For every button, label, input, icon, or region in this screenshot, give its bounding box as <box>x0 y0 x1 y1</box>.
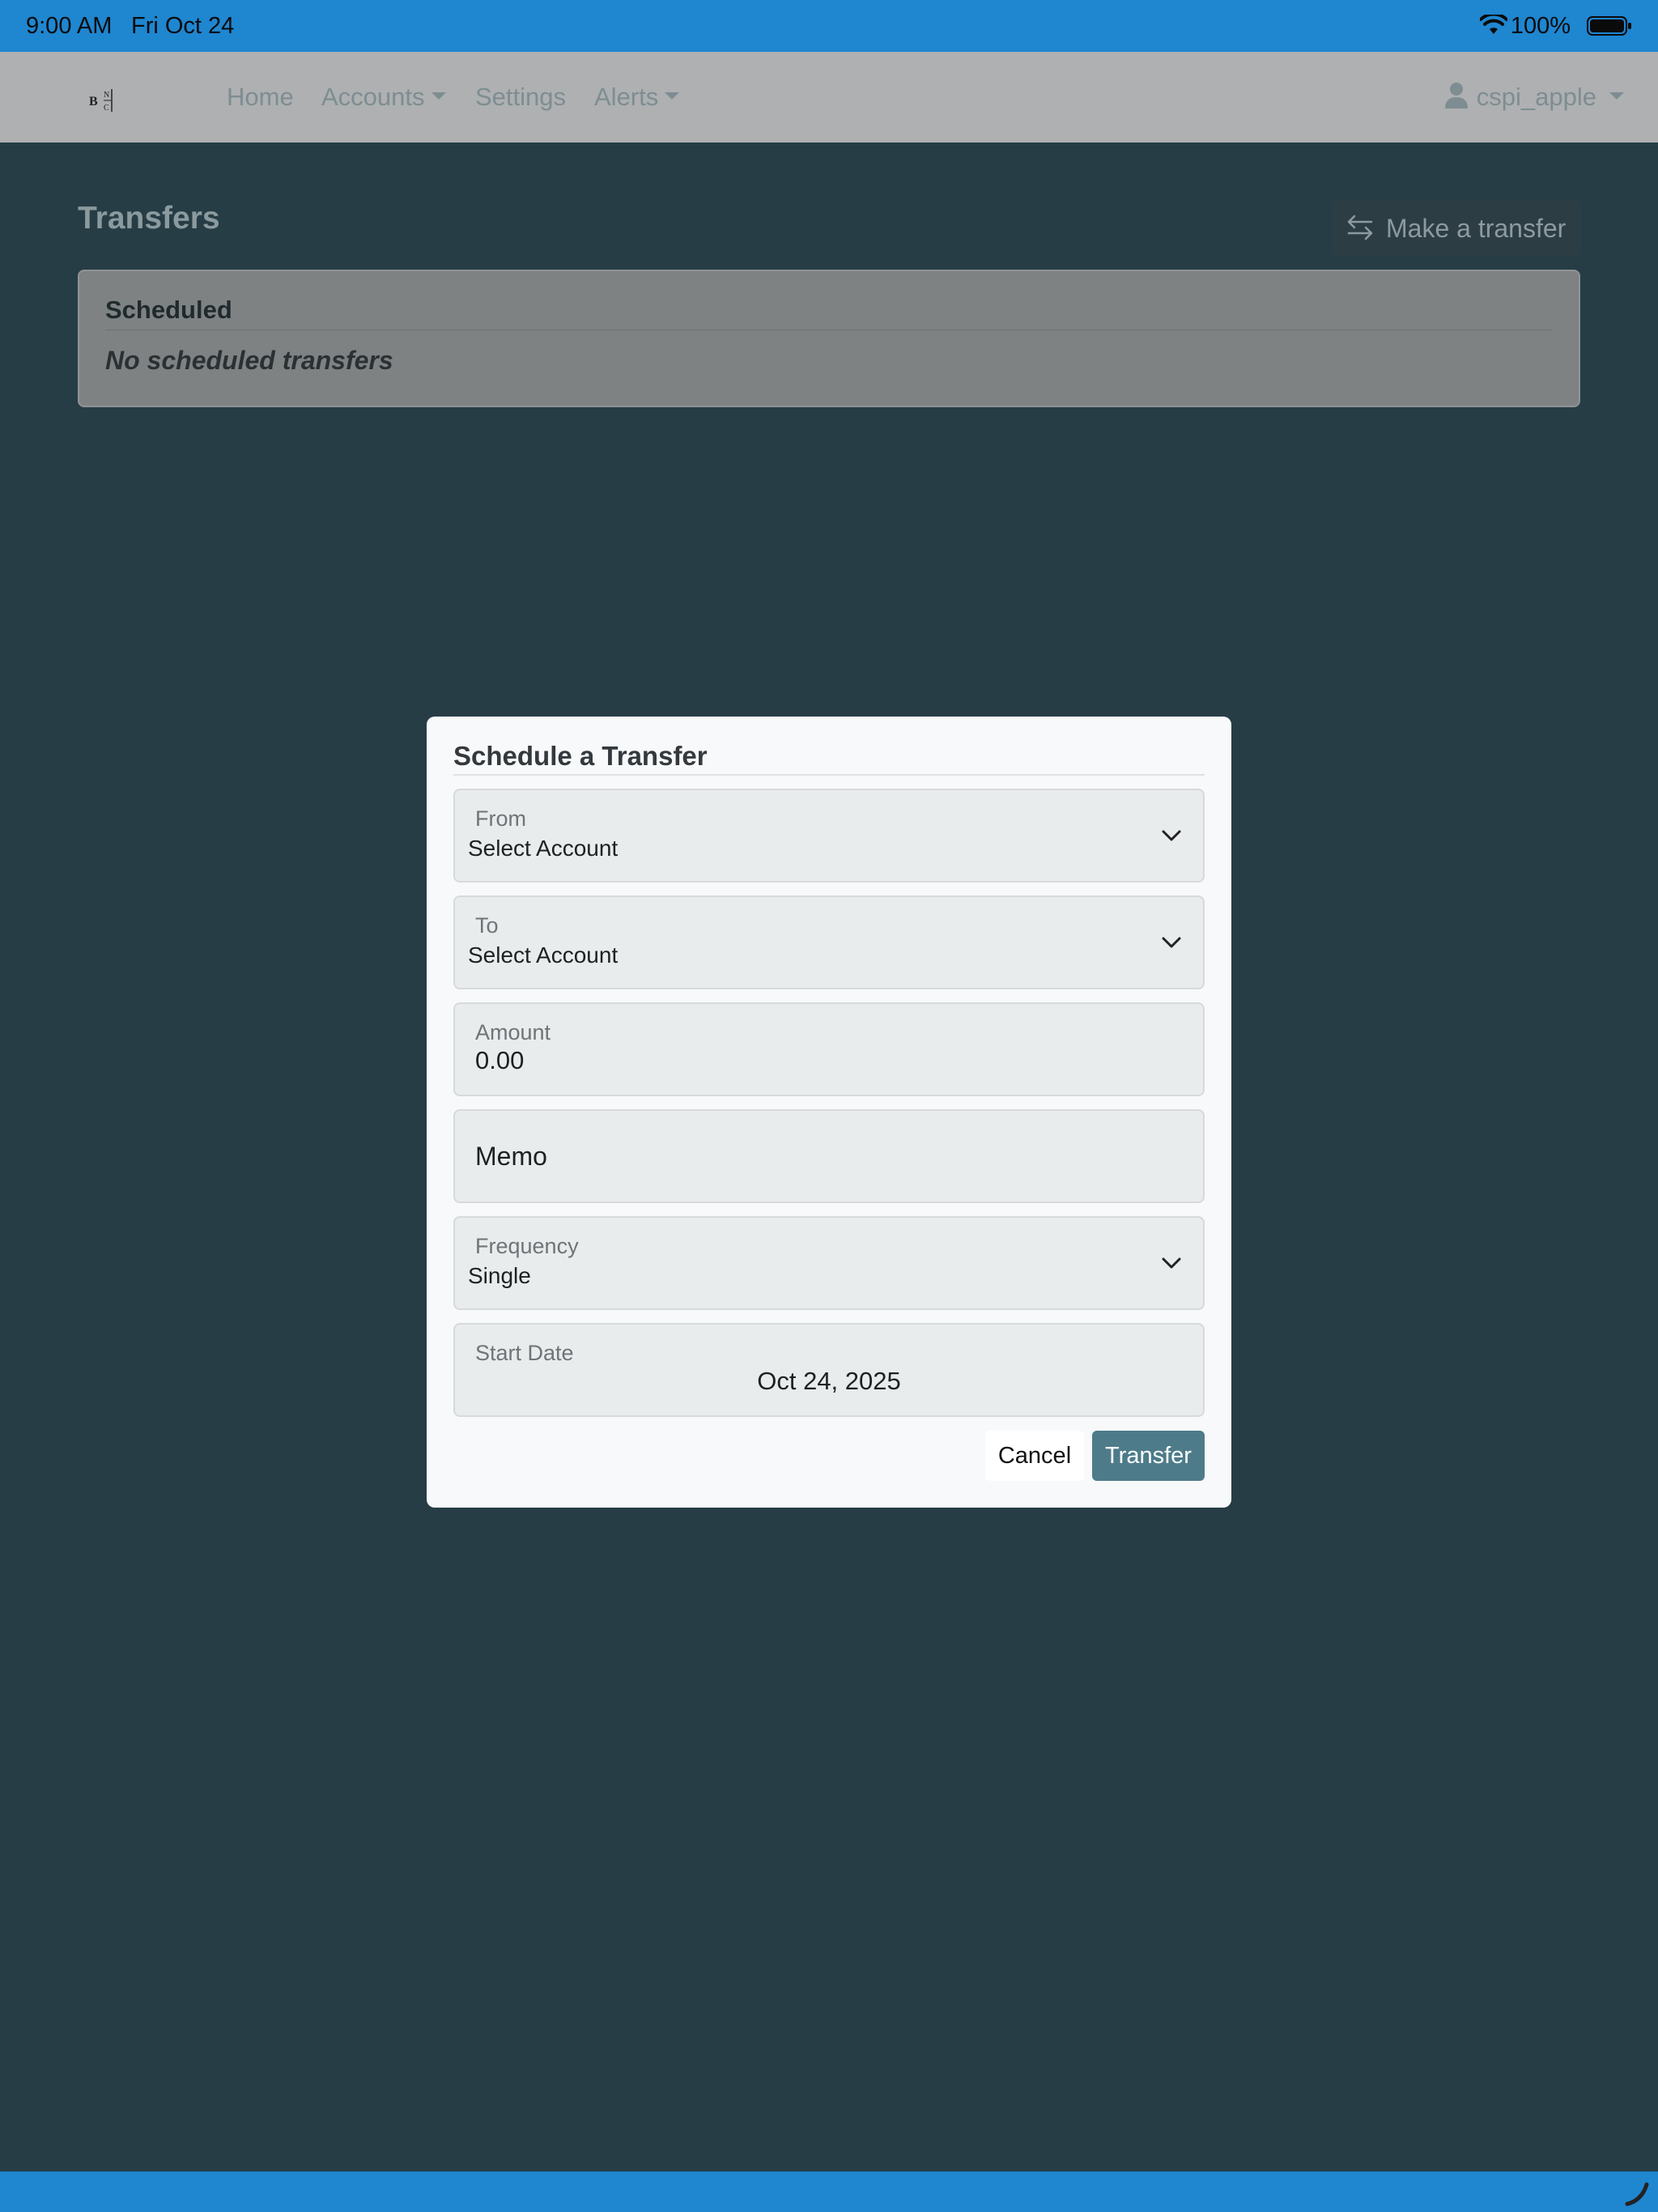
bottom-bar <box>0 2172 1658 2212</box>
chevron-down-icon <box>1162 830 1181 841</box>
svg-text:B: B <box>89 95 98 108</box>
scheduled-transfers-card: Scheduled No scheduled transfers <box>78 270 1580 407</box>
to-label: To <box>475 913 499 938</box>
memo-placeholder: Memo <box>475 1142 547 1171</box>
bank-logo-icon[interactable]: B N C <box>87 86 120 115</box>
nav-settings[interactable]: Settings <box>475 83 566 112</box>
frequency-value: Single <box>468 1263 531 1288</box>
scheduled-empty-message: No scheduled transfers <box>105 346 393 375</box>
chevron-down-icon <box>1162 937 1181 948</box>
person-icon <box>1444 82 1468 108</box>
start-date-picker[interactable]: Start Date Oct 24, 2025 <box>453 1323 1205 1417</box>
frequency-select[interactable]: Frequency Single <box>453 1216 1205 1310</box>
battery-percent: 100% <box>1510 13 1571 39</box>
svg-text:C: C <box>104 104 109 113</box>
wifi-icon <box>1480 15 1507 34</box>
amount-label: Amount <box>475 1020 551 1044</box>
modal-title: Schedule a Transfer <box>453 741 708 771</box>
user-menu-dropdown[interactable]: cspi_apple <box>1444 82 1624 113</box>
to-account-select[interactable]: To Select Account <box>453 895 1205 989</box>
schedule-transfer-modal: Schedule a Transfer From Select Account … <box>427 717 1231 1508</box>
transfer-button[interactable]: Transfer <box>1092 1431 1205 1481</box>
battery-icon <box>1587 16 1631 36</box>
frequency-label: Frequency <box>475 1234 579 1258</box>
nav-accounts-label: Accounts <box>321 83 425 111</box>
swap-arrows-icon <box>1347 215 1373 240</box>
page-title: Transfers <box>78 201 220 236</box>
chevron-down-icon <box>1162 1257 1181 1269</box>
caret-down-icon <box>1609 92 1624 100</box>
start-date-label: Start Date <box>475 1341 574 1365</box>
status-date: Fri Oct 24 <box>131 13 235 39</box>
caret-down-icon <box>665 92 680 100</box>
memo-input[interactable]: Memo <box>453 1109 1205 1203</box>
nav-alerts-label: Alerts <box>594 83 659 111</box>
from-label: From <box>475 806 526 831</box>
svg-text:N: N <box>104 91 109 100</box>
from-value: Select Account <box>468 836 619 861</box>
from-account-select[interactable]: From Select Account <box>453 789 1205 883</box>
nav-home[interactable]: Home <box>227 83 294 112</box>
make-transfer-button[interactable]: Make a transfer <box>1333 199 1580 256</box>
scheduled-header: Scheduled <box>105 296 232 324</box>
divider <box>453 774 1205 776</box>
start-date-value: Oct 24, 2025 <box>757 1367 901 1395</box>
status-bar: 9:00 AM Fri Oct 24 100% <box>0 0 1658 52</box>
amount-value: 0.00 <box>475 1046 525 1074</box>
make-transfer-label: Make a transfer <box>1386 214 1567 243</box>
amount-input[interactable]: Amount 0.00 <box>453 1002 1205 1096</box>
nav-alerts-dropdown[interactable]: Alerts <box>594 83 680 112</box>
nav-accounts-dropdown[interactable]: Accounts <box>321 83 446 112</box>
resize-grip-icon[interactable] <box>1622 2178 1652 2207</box>
top-navbar: B N C Home Accounts Settings Alerts cspi… <box>0 52 1658 143</box>
status-time: 9:00 AM <box>26 13 113 39</box>
username: cspi_apple <box>1476 83 1596 111</box>
cancel-button[interactable]: Cancel <box>985 1431 1084 1481</box>
to-value: Select Account <box>468 942 619 968</box>
caret-down-icon <box>431 92 446 100</box>
